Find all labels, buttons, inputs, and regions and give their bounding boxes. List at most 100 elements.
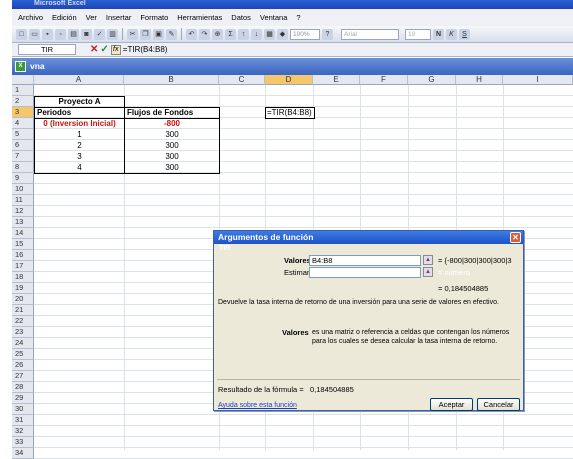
row-header[interactable]: 28 [12,382,34,393]
row-header[interactable]: 22 [12,316,34,327]
font-select[interactable]: Arial [341,28,399,40]
menu-insertar[interactable]: Insertar [106,13,131,22]
insert-function-icon[interactable]: fx [110,44,121,55]
row-header[interactable]: 33 [12,437,34,448]
row-header[interactable]: 31 [12,415,34,426]
active-cell-d3[interactable]: =TIR(B4:B8) [265,107,315,119]
row-header[interactable]: 13 [12,217,34,228]
cut-icon[interactable]: ✂ [127,28,138,40]
valores-result: = {-800|300|300|300|3 [438,256,512,265]
row-header[interactable]: 16 [12,250,34,261]
name-box[interactable]: TIR [18,44,76,55]
select-all-corner[interactable] [12,75,34,85]
row-header[interactable]: 29 [12,393,34,404]
redo-icon[interactable]: ↷ [199,28,210,40]
row-header[interactable]: 9 [12,173,34,184]
column-header-b[interactable]: B [124,75,219,85]
row-header[interactable]: 10 [12,184,34,195]
row-header[interactable]: 12 [12,206,34,217]
row-header[interactable]: 20 [12,294,34,305]
copy-icon[interactable]: ❐ [140,28,151,40]
workbook-title-bar: X vna [12,58,573,75]
sort-descending-icon[interactable]: ↓ [251,28,262,40]
save-icon[interactable]: ▪ [42,28,53,40]
row-header[interactable]: 14 [12,228,34,239]
column-header-h[interactable]: H [456,75,503,85]
column-header-f[interactable]: F [360,75,408,85]
sort-ascending-icon[interactable]: ↑ [238,28,249,40]
collapse-dialog-icon[interactable]: ▲ [423,255,433,265]
help-icon[interactable]: ? [322,28,333,40]
row-header[interactable]: 11 [12,195,34,206]
valores-input[interactable]: B4:B8 [309,255,421,266]
undo-icon[interactable]: ↶ [186,28,197,40]
print-icon[interactable]: ▤ [68,28,79,40]
row-header[interactable]: 8 [12,162,34,173]
row-header[interactable]: 32 [12,426,34,437]
cancel-formula-icon[interactable]: ✕ [90,44,98,55]
formula-text[interactable]: =TIR(B4:B8) [123,45,168,54]
column-header-g[interactable]: G [408,75,456,85]
menu-herramientas[interactable]: Herramientas [177,13,222,22]
row-header[interactable]: 18 [12,272,34,283]
row-header[interactable]: 7 [12,151,34,162]
preview-icon[interactable]: ◙ [81,28,92,40]
help-link[interactable]: Ayuda sobre esta función [218,402,297,409]
open-icon[interactable]: ▭ [29,28,40,40]
collapse-dialog-icon[interactable]: ▲ [423,267,433,277]
row-header[interactable]: 30 [12,404,34,415]
row-header[interactable]: 23 [12,327,34,338]
row-header[interactable]: 3 [12,107,34,118]
hyperlink-icon[interactable]: ⊕ [212,28,223,40]
column-header-c[interactable]: C [219,75,265,85]
paste-icon[interactable]: ▣ [153,28,164,40]
close-icon[interactable]: ✕ [510,232,521,243]
row-header[interactable]: 21 [12,305,34,316]
research-icon[interactable]: ▥ [107,28,118,40]
menu-ver[interactable]: Ver [86,13,97,22]
column-header-a[interactable]: A [34,75,124,85]
gridline [34,194,573,195]
cancel-button[interactable]: Cancelar [477,398,520,411]
menu-datos[interactable]: Datos [231,13,251,22]
autosum-icon[interactable]: Σ [225,28,236,40]
menu-bar: Archivo Edición Ver Insertar Formato Her… [12,9,573,26]
row-header[interactable]: 6 [12,140,34,151]
enter-formula-icon[interactable]: ✓ [100,44,108,55]
gridline [34,414,573,415]
row-header[interactable]: 4 [12,118,34,129]
row-header[interactable]: 24 [12,338,34,349]
data-range-divider [124,118,125,174]
row-header[interactable]: 15 [12,239,34,250]
formula-result-value: 0,184504885 [310,385,354,394]
menu-archivo[interactable]: Archivo [18,13,43,22]
font-size-select[interactable]: 10 [405,28,431,40]
spelling-icon[interactable]: ✓ [94,28,105,40]
row-header[interactable]: 5 [12,129,34,140]
permission-icon[interactable]: ◦ [55,28,66,40]
column-header-i[interactable]: I [503,75,573,85]
column-header-d[interactable]: D [265,75,313,85]
zoom-select[interactable]: 100% [290,28,320,40]
column-header-e[interactable]: E [313,75,360,85]
new-icon[interactable]: □ [16,28,27,40]
estimar-input[interactable] [309,267,421,278]
row-header[interactable]: 17 [12,261,34,272]
row-header[interactable]: 25 [12,349,34,360]
row-header[interactable]: 26 [12,360,34,371]
menu-edicion[interactable]: Edición [52,13,77,22]
row-header[interactable]: 19 [12,283,34,294]
format-painter-icon[interactable]: ✎ [166,28,177,40]
underline-icon[interactable]: S [459,28,470,40]
drawing-icon[interactable]: ◆ [277,28,288,40]
row-header[interactable]: 2 [12,96,34,107]
menu-ventana[interactable]: Ventana [260,13,288,22]
ok-button[interactable]: Aceptar [430,398,473,411]
row-header[interactable]: 27 [12,371,34,382]
bold-icon[interactable]: N [433,28,444,40]
menu-formato[interactable]: Formato [140,13,168,22]
chart-icon[interactable]: ▦ [264,28,275,40]
row-header[interactable]: 1 [12,85,34,96]
italic-icon[interactable]: K [446,28,457,40]
menu-help[interactable]: ? [296,13,300,22]
